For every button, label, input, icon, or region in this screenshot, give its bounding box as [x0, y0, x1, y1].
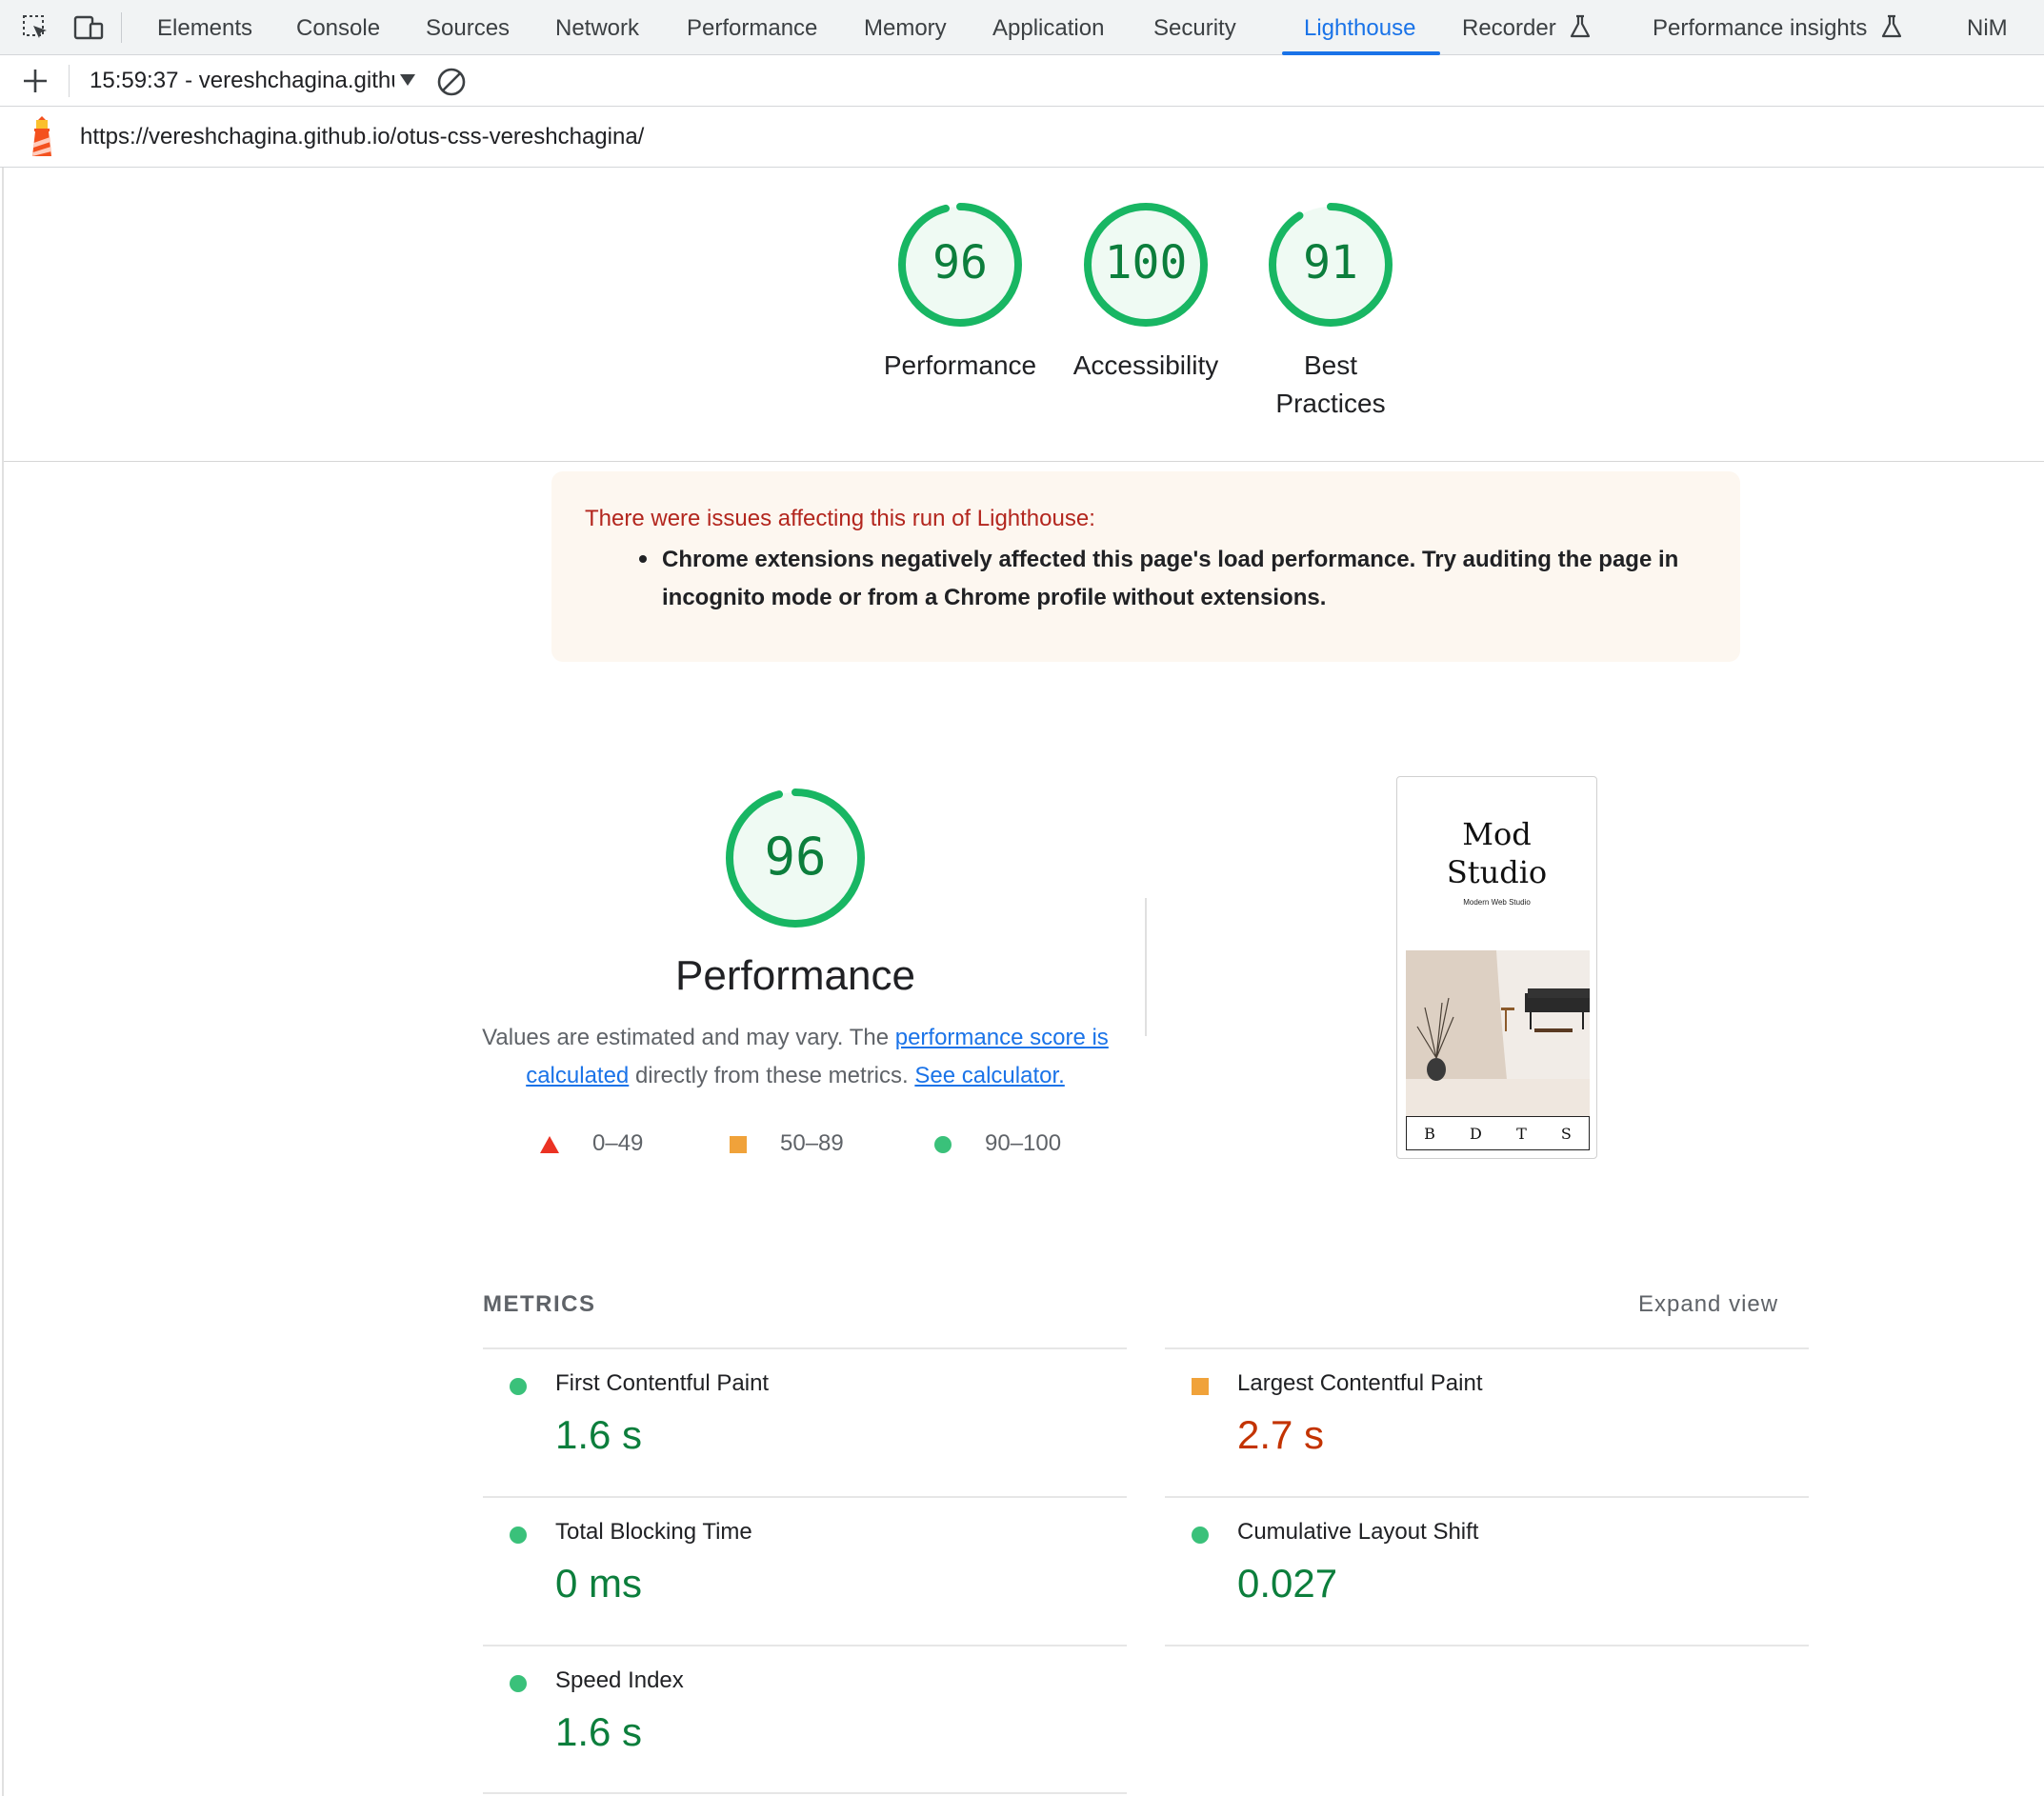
- see-calculator-link[interactable]: See calculator.: [914, 1063, 1064, 1088]
- screenshot-site-title-text: Mod Studio: [1446, 816, 1548, 890]
- screenshot-nav-item: S: [1560, 1124, 1572, 1143]
- tab-console[interactable]: Console: [296, 0, 380, 55]
- legend-fail: 0–49: [539, 1128, 643, 1159]
- metric-value: 0.027: [1237, 1561, 1338, 1606]
- device-toolbar-icon[interactable]: [70, 10, 107, 46]
- gauge-best-practices[interactable]: 91 Best Practices: [1235, 202, 1426, 423]
- pass-indicator-icon: [510, 1675, 527, 1692]
- metric-label: First Contentful Paint: [555, 1370, 770, 1396]
- tab-application[interactable]: Application: [992, 0, 1104, 55]
- legend-average: 50–89: [729, 1128, 844, 1159]
- pass-indicator-icon: [510, 1378, 527, 1395]
- final-screenshot[interactable]: Mod Studio Modern Web Studio B D T S: [1396, 776, 1597, 1159]
- metric-value: 1.6 s: [555, 1709, 643, 1754]
- bullet: [639, 555, 647, 563]
- devtools-tabbar: Elements Console Sources Network Perform…: [0, 0, 2044, 55]
- warning-item: Chrome extensions negatively affected th…: [662, 547, 1679, 610]
- metric-value: 0 ms: [555, 1561, 643, 1606]
- circle-icon: [934, 1135, 952, 1153]
- metric-label: Total Blocking Time: [555, 1519, 752, 1545]
- lighthouse-logo-icon: [32, 116, 51, 156]
- tab-network[interactable]: Network: [555, 0, 639, 55]
- metric-total-blocking-time: Total Blocking Time 0 ms: [483, 1498, 1127, 1646]
- panel-left-border: [2, 168, 4, 1796]
- toolbar-separator: [121, 12, 122, 43]
- tab-performance[interactable]: Performance: [687, 0, 817, 55]
- screenshot-nav-item: T: [1516, 1124, 1527, 1143]
- metric-label: Cumulative Layout Shift: [1237, 1519, 1479, 1545]
- gauge-score: 91: [1303, 236, 1358, 289]
- toolbar-separator: [69, 65, 70, 97]
- tab-performance-insights-label: Performance insights: [1653, 15, 1868, 41]
- report-selector[interactable]: 15:59:37 - vereshchagina.github.io: [90, 55, 394, 107]
- pass-indicator-icon: [510, 1527, 527, 1544]
- metrics-heading: METRICS: [483, 1291, 596, 1317]
- metric-first-contentful-paint: First Contentful Paint 1.6 s: [483, 1349, 1127, 1497]
- tab-memory[interactable]: Memory: [864, 0, 947, 55]
- clear-all-icon[interactable]: [435, 66, 468, 98]
- screenshot-nav-item: D: [1470, 1124, 1482, 1143]
- gauge-score: 100: [1104, 236, 1188, 289]
- run-warnings: There were issues affecting this run of …: [551, 471, 1740, 662]
- square-icon: [730, 1135, 747, 1153]
- metric-value: 2.7 s: [1237, 1412, 1325, 1457]
- flask-icon: [1571, 14, 1591, 37]
- gauge-score: 96: [932, 236, 988, 289]
- report-url: https://vereshchagina.github.io/otus-css…: [80, 124, 645, 150]
- metric-divider: [1165, 1645, 1809, 1646]
- report-url-bar: https://vereshchagina.github.io/otus-css…: [0, 107, 2044, 168]
- chevron-down-icon[interactable]: [400, 74, 415, 86]
- metric-label: Speed Index: [555, 1667, 684, 1693]
- gauge-label: Performance: [883, 350, 1037, 380]
- screenshot-hero-image: [1406, 950, 1590, 1117]
- warning-title: There were issues affecting this run of …: [585, 506, 1095, 531]
- tab-security[interactable]: Security: [1153, 0, 1236, 55]
- category-title: Performance: [675, 952, 915, 999]
- tab-recorder-label: Recorder: [1462, 15, 1556, 41]
- description-text: directly from these metrics.: [629, 1063, 915, 1088]
- average-indicator-icon: [1192, 1378, 1209, 1395]
- gauge-accessibility[interactable]: 100 Accessibility: [1051, 202, 1241, 385]
- section-divider: [4, 461, 2044, 462]
- vertical-divider: [1145, 898, 1147, 1036]
- metric-value: 1.6 s: [555, 1412, 643, 1457]
- triangle-icon: [540, 1135, 559, 1153]
- metric-divider: [483, 1792, 1127, 1794]
- gauge-label: Accessibility: [1072, 350, 1219, 380]
- screenshot-site-title: Mod Studio: [1397, 815, 1596, 891]
- lighthouse-toolbar: 15:59:37 - vereshchagina.github.io: [0, 55, 2044, 107]
- legend-range: 50–89: [780, 1130, 844, 1156]
- pass-indicator-icon: [1192, 1527, 1209, 1544]
- flask-icon: [1882, 14, 1902, 37]
- metric-cumulative-layout-shift: Cumulative Layout Shift 0.027: [1165, 1498, 1809, 1646]
- tab-recorder[interactable]: Recorder: [1462, 0, 1591, 55]
- gauge-performance[interactable]: 96 Performance: [865, 202, 1055, 385]
- screenshot-site-subtitle: Modern Web Studio: [1463, 898, 1531, 907]
- screenshot-nav-item: B: [1424, 1124, 1435, 1143]
- metric-speed-index: Speed Index 1.6 s: [483, 1646, 1127, 1794]
- expand-view-toggle[interactable]: Expand view: [1638, 1291, 1778, 1318]
- tab-lighthouse[interactable]: Lighthouse: [1304, 0, 1415, 55]
- description-text: Values are estimated and may vary. The: [482, 1025, 895, 1050]
- tab-sources[interactable]: Sources: [426, 0, 510, 55]
- legend-range: 0–49: [592, 1130, 644, 1156]
- metric-largest-contentful-paint: Largest Contentful Paint 2.7 s: [1165, 1349, 1809, 1497]
- tab-elements[interactable]: Elements: [157, 0, 252, 55]
- gauge-performance-large: 96: [724, 787, 867, 929]
- tab-performance-insights[interactable]: Performance insights: [1653, 0, 1902, 55]
- legend-pass: 90–100: [933, 1128, 1061, 1159]
- tab-nim[interactable]: NiM: [1967, 0, 2008, 55]
- inspect-element-icon[interactable]: [17, 10, 53, 46]
- metric-label: Largest Contentful Paint: [1237, 1370, 1483, 1396]
- legend-range: 90–100: [985, 1130, 1062, 1156]
- gauge-score: 96: [764, 827, 827, 887]
- screenshot-nav: B D T S: [1406, 1116, 1590, 1150]
- gauge-label: Best Practices: [1275, 350, 1386, 418]
- category-description: Values are estimated and may vary. The p…: [481, 1019, 1110, 1095]
- new-report-icon[interactable]: [21, 67, 50, 95]
